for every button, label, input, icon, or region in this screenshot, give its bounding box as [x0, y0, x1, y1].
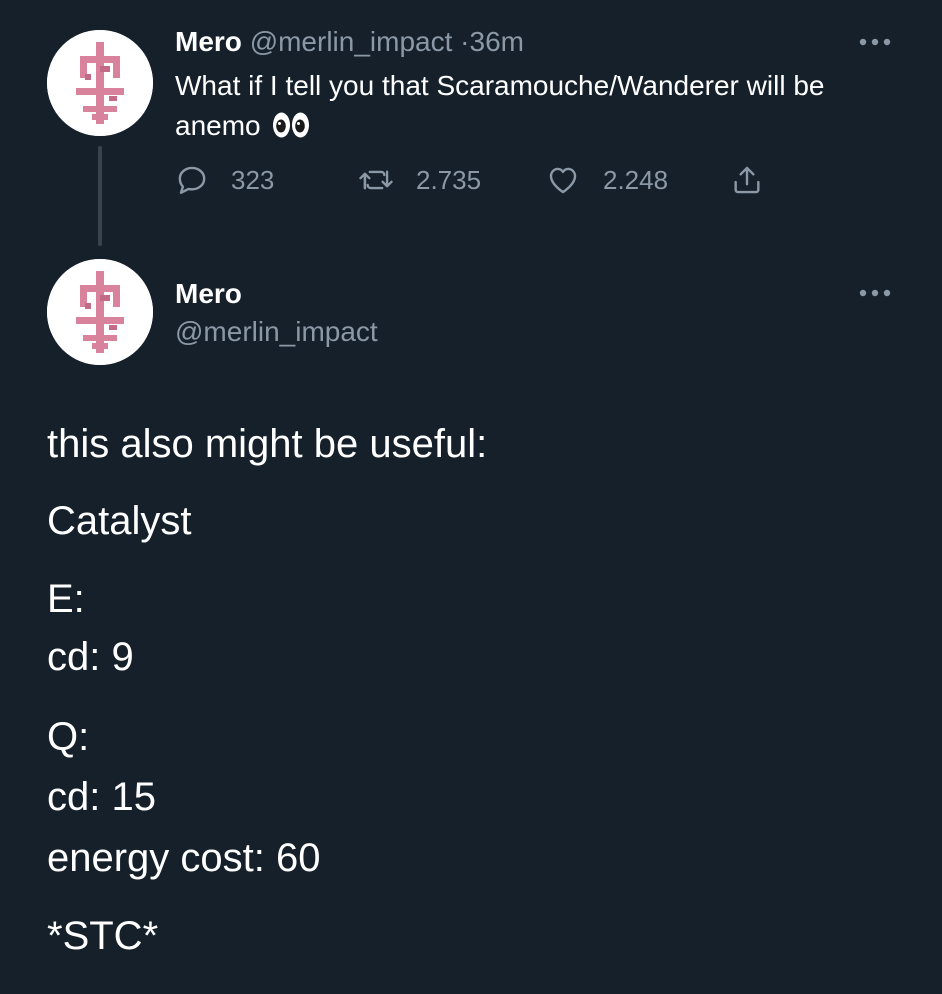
more-icon[interactable]	[858, 288, 892, 298]
reply-count: 323	[231, 164, 275, 195]
eyes-emoji-icon	[273, 112, 310, 138]
tweet-body-line: this also might be useful:	[47, 422, 488, 466]
retweet-button[interactable]: 2.735	[358, 160, 481, 200]
tweet-body-line: cd: 15	[47, 775, 156, 819]
reply-icon	[178, 166, 206, 194]
like-count: 2.248	[603, 164, 669, 195]
avatar-logo-icon	[47, 259, 153, 365]
author-handle[interactable]: @merlin_impact	[175, 314, 378, 350]
tweet-text: What if I tell you that Scaramouche/Wand…	[175, 66, 905, 146]
tweet-time[interactable]: 36m	[470, 26, 524, 57]
tweet-body-line: E:	[47, 577, 85, 621]
author-handle[interactable]: @merlin_impact	[250, 26, 453, 57]
avatar-logo-icon	[47, 30, 153, 136]
heart-icon	[549, 167, 577, 194]
author-name[interactable]: Mero	[175, 276, 242, 312]
retweet-count: 2.735	[416, 164, 482, 195]
retweet-icon	[359, 170, 393, 190]
avatar[interactable]	[47, 259, 153, 365]
tweet-body-line: energy cost: 60	[47, 836, 321, 880]
thread-connector	[98, 146, 102, 246]
avatar[interactable]	[47, 30, 153, 136]
more-icon[interactable]	[858, 37, 892, 47]
tweet-body-line: *STC*	[47, 914, 159, 958]
reply-button[interactable]: 323	[175, 160, 274, 200]
share-icon	[734, 166, 760, 194]
author-name[interactable]: Mero	[175, 26, 242, 57]
share-button[interactable]	[730, 160, 764, 200]
tweet-header: Mero @merlin_impact ·36m	[175, 24, 524, 60]
separator-dot: ·	[460, 26, 470, 57]
tweet-body-line: cd: 9	[47, 635, 134, 679]
tweet-body-line: Q:	[47, 715, 90, 759]
like-button[interactable]: 2.248	[545, 160, 668, 200]
tweet-body-line: Catalyst	[47, 499, 192, 543]
